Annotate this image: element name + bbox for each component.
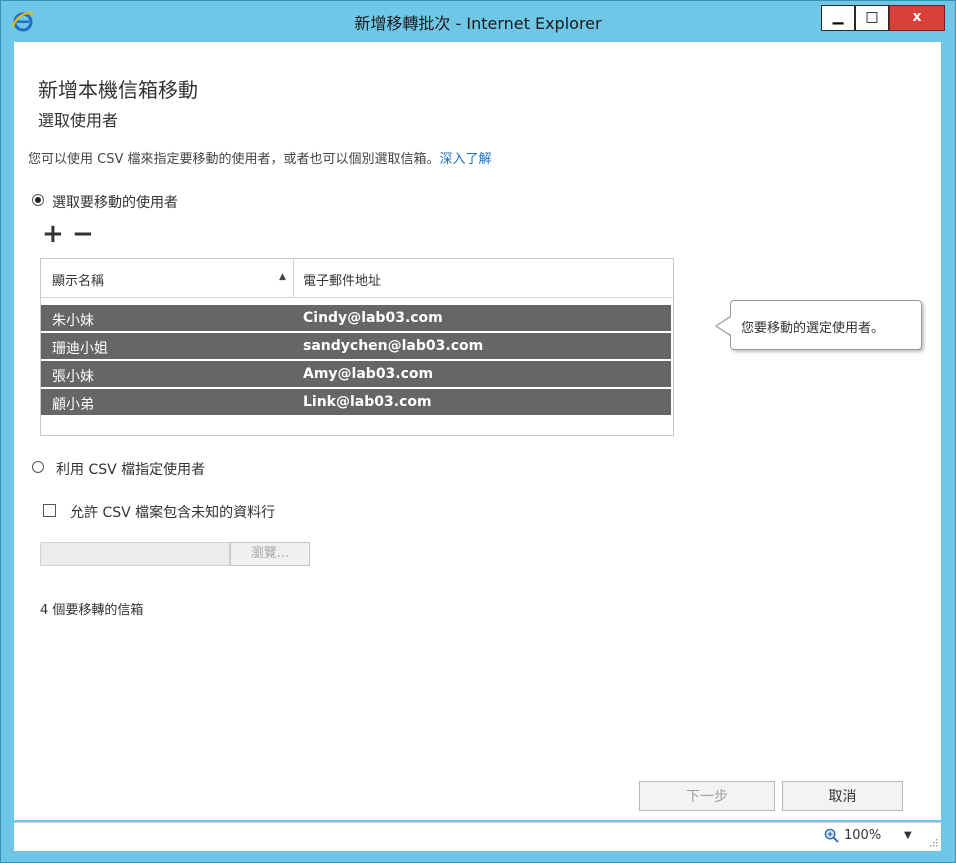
row-display-name: 珊迪小姐 bbox=[52, 341, 108, 357]
remove-icon[interactable]: − bbox=[72, 221, 94, 247]
title-bar: 新增移轉批次 - Internet Explorer ▁ □ x bbox=[1, 1, 955, 41]
row-email: Amy@lab03.com bbox=[303, 366, 434, 382]
row-display-name: 張小妹 bbox=[52, 369, 94, 385]
resize-grip-icon[interactable] bbox=[930, 839, 938, 847]
mailbox-count: 4 個要移轉的信箱 bbox=[40, 603, 144, 618]
maximize-button[interactable]: □ bbox=[855, 5, 889, 31]
column-email[interactable]: 電子郵件地址 bbox=[303, 270, 381, 289]
page-subtitle: 選取使用者 bbox=[38, 111, 119, 130]
csv-file-path-input[interactable] bbox=[40, 542, 230, 566]
status-bar: 100% ▼ bbox=[14, 822, 941, 851]
table-row[interactable]: 朱小妹 Cindy@lab03.com bbox=[41, 305, 671, 331]
csv-radio-label: 利用 CSV 檔指定使用者 bbox=[56, 462, 206, 478]
allow-unknown-columns-label: 允許 CSV 檔案包含未知的資料行 bbox=[70, 505, 276, 521]
zoom-level[interactable]: 100% bbox=[844, 828, 881, 843]
column-divider bbox=[293, 259, 294, 297]
ie-window: 新增移轉批次 - Internet Explorer ▁ □ x 新增本機信箱移… bbox=[0, 0, 956, 863]
add-icon[interactable]: + bbox=[42, 221, 64, 247]
cancel-button[interactable]: 取消 bbox=[782, 781, 903, 811]
window-title: 新增移轉批次 - Internet Explorer bbox=[354, 14, 602, 33]
users-table: 顯示名稱 ▲ 電子郵件地址 朱小妹 Cindy@lab03.com 珊迪小姐 s… bbox=[40, 258, 674, 436]
minimize-button[interactable]: ▁ bbox=[821, 5, 855, 31]
learn-more-link[interactable]: 深入了解 bbox=[440, 152, 492, 167]
table-row[interactable]: 珊迪小姐 sandychen@lab03.com bbox=[41, 333, 671, 359]
sort-ascending-icon: ▲ bbox=[279, 272, 286, 282]
description-body: 您可以使用 CSV 檔來指定要移動的使用者，或者也可以個別選取信箱。 bbox=[28, 152, 440, 167]
row-display-name: 朱小妹 bbox=[52, 313, 94, 329]
next-button[interactable]: 下一步 bbox=[639, 781, 775, 811]
description-text: 您可以使用 CSV 檔來指定要移動的使用者，或者也可以個別選取信箱。深入了解 bbox=[28, 148, 492, 167]
table-header: 顯示名稱 ▲ 電子郵件地址 bbox=[41, 259, 673, 298]
zoom-dropdown-icon[interactable]: ▼ bbox=[904, 830, 912, 841]
row-email: Cindy@lab03.com bbox=[303, 310, 443, 326]
row-email: Link@lab03.com bbox=[303, 394, 432, 410]
select-users-label: 選取要移動的使用者 bbox=[52, 195, 178, 211]
dialog-content: 新增本機信箱移動 選取使用者 您可以使用 CSV 檔來指定要移動的使用者，或者也… bbox=[14, 42, 941, 820]
table-row[interactable]: 顧小弟 Link@lab03.com bbox=[41, 389, 671, 415]
callout-pointer-fill bbox=[717, 317, 731, 335]
zoom-icon[interactable] bbox=[824, 828, 839, 843]
page-title: 新增本機信箱移動 bbox=[38, 78, 198, 102]
column-display-name[interactable]: 顯示名稱 bbox=[52, 270, 104, 289]
browse-button[interactable]: 瀏覽... bbox=[230, 542, 310, 566]
row-display-name: 顧小弟 bbox=[52, 397, 94, 413]
allow-unknown-columns-checkbox[interactable] bbox=[43, 504, 56, 517]
row-email: sandychen@lab03.com bbox=[303, 338, 484, 354]
selected-users-callout: 您要移動的選定使用者。 bbox=[730, 300, 922, 350]
close-button[interactable]: x bbox=[889, 5, 945, 31]
table-row[interactable]: 張小妹 Amy@lab03.com bbox=[41, 361, 671, 387]
csv-radio[interactable] bbox=[32, 461, 44, 473]
select-users-radio[interactable] bbox=[32, 194, 44, 206]
